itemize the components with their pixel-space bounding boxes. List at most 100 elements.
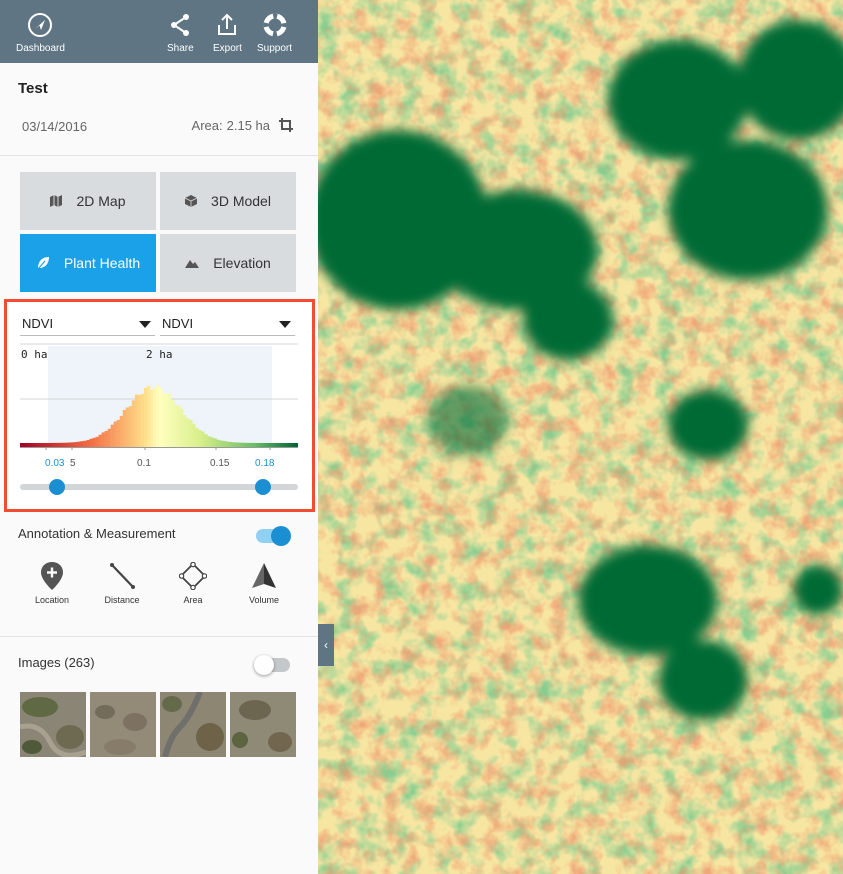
distance-tool[interactable]: Distance bbox=[92, 562, 152, 605]
tick-label: 0.1 bbox=[137, 458, 151, 469]
histogram-bar bbox=[149, 389, 154, 447]
divider bbox=[0, 155, 318, 156]
histogram-bar bbox=[219, 440, 223, 447]
support-button[interactable]: Support bbox=[257, 12, 292, 54]
colormap-select[interactable]: NDVI bbox=[160, 312, 295, 336]
histogram-bar bbox=[288, 443, 293, 447]
histogram-bar bbox=[240, 442, 244, 447]
view-elevation-button[interactable]: Elevation bbox=[160, 234, 296, 292]
top-toolbar: Dashboard Share Export Support bbox=[0, 0, 318, 63]
histogram-bar bbox=[201, 431, 205, 447]
image-thumbnail[interactable] bbox=[160, 692, 226, 757]
histogram-bar bbox=[134, 394, 139, 447]
area-tool-label: Area bbox=[183, 595, 203, 605]
histogram-bar bbox=[222, 440, 226, 447]
index-select[interactable]: NDVI bbox=[20, 312, 155, 336]
volume-tool-label: Volume bbox=[248, 595, 280, 605]
histogram-bar bbox=[146, 385, 151, 447]
image-thumbnail[interactable] bbox=[230, 692, 296, 757]
histogram-bar bbox=[89, 438, 93, 447]
histogram-bar bbox=[162, 393, 166, 447]
location-tool-label: Location bbox=[34, 595, 70, 605]
lifebuoy-icon bbox=[263, 13, 287, 37]
tick-label: 0.15 bbox=[210, 458, 230, 469]
image-thumbnail[interactable] bbox=[20, 692, 86, 757]
histogram-bar bbox=[104, 430, 108, 447]
range-slider-max-handle[interactable] bbox=[255, 479, 271, 495]
ndvi-map[interactable] bbox=[318, 0, 843, 874]
annotation-section-label: Annotation & Measurement bbox=[18, 526, 176, 541]
histogram-bar bbox=[44, 442, 48, 447]
view-plant-health-button[interactable]: Plant Health bbox=[20, 234, 156, 292]
histogram-bar bbox=[237, 442, 241, 447]
histogram-bar bbox=[32, 443, 36, 447]
histogram-bar bbox=[198, 429, 202, 447]
histogram-bar bbox=[125, 407, 130, 447]
volume-tool[interactable]: Volume bbox=[234, 562, 294, 605]
histogram-bar bbox=[86, 439, 90, 447]
histogram-bar bbox=[186, 418, 190, 447]
histogram-bar bbox=[101, 432, 105, 447]
histogram-bar bbox=[92, 437, 96, 447]
histogram-bar bbox=[267, 442, 272, 447]
crop-icon[interactable] bbox=[278, 117, 294, 133]
tick-label: 5 bbox=[70, 458, 76, 469]
histogram-bar bbox=[68, 442, 72, 447]
histogram-bar bbox=[207, 436, 211, 447]
histogram-bar bbox=[65, 442, 69, 447]
histogram-bar bbox=[168, 393, 172, 447]
histogram-bar bbox=[294, 443, 298, 447]
export-label: Export bbox=[213, 43, 242, 54]
histogram-bar bbox=[80, 441, 84, 447]
annotation-toggle[interactable] bbox=[256, 526, 291, 546]
histogram-bar bbox=[122, 409, 127, 447]
mountain-icon bbox=[185, 260, 200, 268]
project-title: Test bbox=[18, 80, 48, 97]
colormap-select-value: NDVI bbox=[162, 316, 194, 331]
histogram-bar bbox=[204, 434, 208, 447]
distance-tool-label: Distance bbox=[104, 595, 140, 605]
leaf-icon bbox=[37, 257, 49, 270]
histogram-bar bbox=[110, 424, 114, 447]
export-button[interactable]: Export bbox=[213, 12, 242, 54]
histogram-bar bbox=[143, 387, 148, 447]
histogram-bar bbox=[291, 443, 296, 447]
histogram-bar bbox=[23, 443, 27, 447]
histogram-bar bbox=[189, 420, 193, 447]
histogram-bar bbox=[210, 437, 214, 447]
cube-icon bbox=[185, 195, 198, 207]
view-2d-map-button[interactable]: 2D Map bbox=[20, 172, 156, 230]
histogram-bar bbox=[213, 438, 217, 447]
histogram-bar bbox=[249, 442, 253, 447]
histogram-bar bbox=[231, 442, 235, 447]
dashboard-label: Dashboard bbox=[16, 43, 65, 54]
range-slider-min-handle[interactable] bbox=[49, 479, 65, 495]
distance-line-icon bbox=[110, 563, 135, 589]
histogram-bar bbox=[261, 442, 266, 447]
view-plant-health-label: Plant Health bbox=[63, 255, 141, 271]
histogram-bar bbox=[116, 419, 121, 447]
histogram-bar bbox=[95, 436, 99, 447]
location-tool[interactable]: Location bbox=[22, 562, 82, 605]
histogram-bar bbox=[47, 442, 51, 447]
dropdown-arrow-icon bbox=[279, 321, 291, 328]
view-2d-map-label: 2D Map bbox=[76, 193, 126, 209]
toggle-knob bbox=[254, 655, 274, 675]
histogram-bar bbox=[192, 423, 196, 447]
histogram-bar bbox=[171, 399, 175, 447]
share-button[interactable]: Share bbox=[167, 12, 194, 54]
view-3d-model-button[interactable]: 3D Model bbox=[160, 172, 296, 230]
dashboard-button[interactable]: Dashboard bbox=[16, 12, 65, 54]
view-elevation-label: Elevation bbox=[213, 255, 271, 271]
support-label: Support bbox=[257, 43, 293, 54]
images-toggle[interactable] bbox=[254, 655, 290, 675]
histogram-bar bbox=[41, 442, 45, 447]
histogram-bar bbox=[174, 404, 178, 447]
collapse-sidebar-button[interactable]: ‹ bbox=[318, 624, 334, 666]
histogram-bar bbox=[74, 442, 78, 447]
histogram-bar bbox=[258, 442, 263, 447]
image-thumbnail[interactable] bbox=[90, 692, 156, 757]
area-label: Area: bbox=[191, 117, 223, 133]
images-section-label: Images (263) bbox=[18, 655, 95, 670]
area-tool[interactable]: Area bbox=[163, 562, 223, 605]
